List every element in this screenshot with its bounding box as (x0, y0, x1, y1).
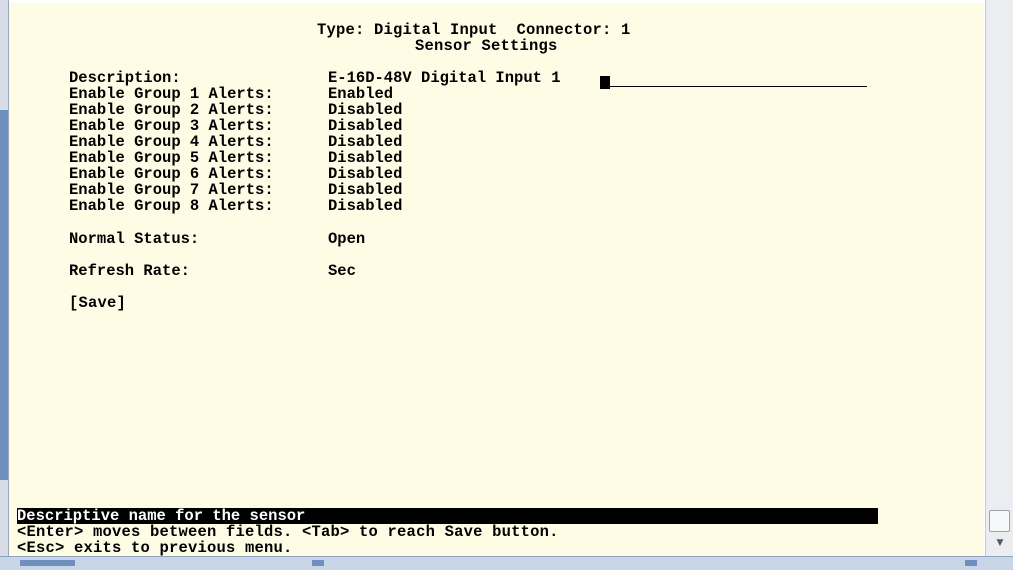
group7-alerts-value[interactable]: Disabled (328, 182, 402, 198)
window-left-border (0, 0, 9, 569)
field-label: Enable Group 5 Alerts: (69, 149, 274, 167)
taskbar-segment (20, 560, 75, 566)
group5-alerts-value[interactable]: Disabled (328, 150, 402, 166)
group8-alerts-value[interactable]: Disabled (328, 198, 402, 214)
input-field-underline (610, 86, 867, 87)
group3-alerts-value[interactable]: Disabled (328, 118, 402, 134)
vertical-scrollbar[interactable]: ▼ (985, 0, 1013, 556)
window-bottom-border (0, 556, 1013, 570)
field-label: Enable Group 4 Alerts: (69, 133, 274, 151)
help-line-escape: <Esc> exits to previous menu. (17, 539, 293, 557)
group6-alerts-value[interactable]: Disabled (328, 166, 402, 182)
field-label: Enable Group 6 Alerts: (69, 165, 274, 183)
scroll-down-arrow-icon[interactable]: ▼ (990, 536, 1010, 550)
terminal-screen: Type: Digital Input Connector: 1 Sensor … (9, 3, 984, 556)
type-connector-header: Type: Digital Input Connector: 1 (317, 21, 631, 39)
help-line-navigation: <Enter> moves between fields. <Tab> to r… (17, 523, 559, 541)
normal-status-value[interactable]: Open (328, 231, 365, 247)
field-help-text: Descriptive name for the sensor (17, 507, 306, 525)
scrollbar-thumb[interactable] (989, 510, 1010, 532)
window-border-accent (0, 110, 8, 480)
save-button[interactable]: [Save] (69, 295, 126, 311)
field-label: Description: (69, 69, 181, 87)
field-label: Enable Group 1 Alerts: (69, 85, 274, 103)
field-label: Refresh Rate: (69, 262, 190, 280)
status-help-bar: Descriptive name for the sensor (17, 508, 878, 524)
text-cursor (600, 76, 610, 89)
group2-alerts-value[interactable]: Disabled (328, 102, 402, 118)
refresh-rate-value[interactable]: Sec (328, 263, 356, 279)
description-input[interactable]: E-16D-48V Digital Input 1 (328, 70, 561, 86)
field-label: Enable Group 3 Alerts: (69, 117, 274, 135)
field-label: Enable Group 2 Alerts: (69, 101, 274, 119)
page-title: Sensor Settings (415, 37, 558, 55)
field-label: Enable Group 8 Alerts: (69, 197, 274, 215)
taskbar-segment (312, 560, 324, 566)
taskbar-segment (965, 560, 977, 566)
field-label: Enable Group 7 Alerts: (69, 181, 274, 199)
field-label: Normal Status: (69, 230, 200, 248)
group1-alerts-value[interactable]: Enabled (328, 86, 393, 102)
group4-alerts-value[interactable]: Disabled (328, 134, 402, 150)
